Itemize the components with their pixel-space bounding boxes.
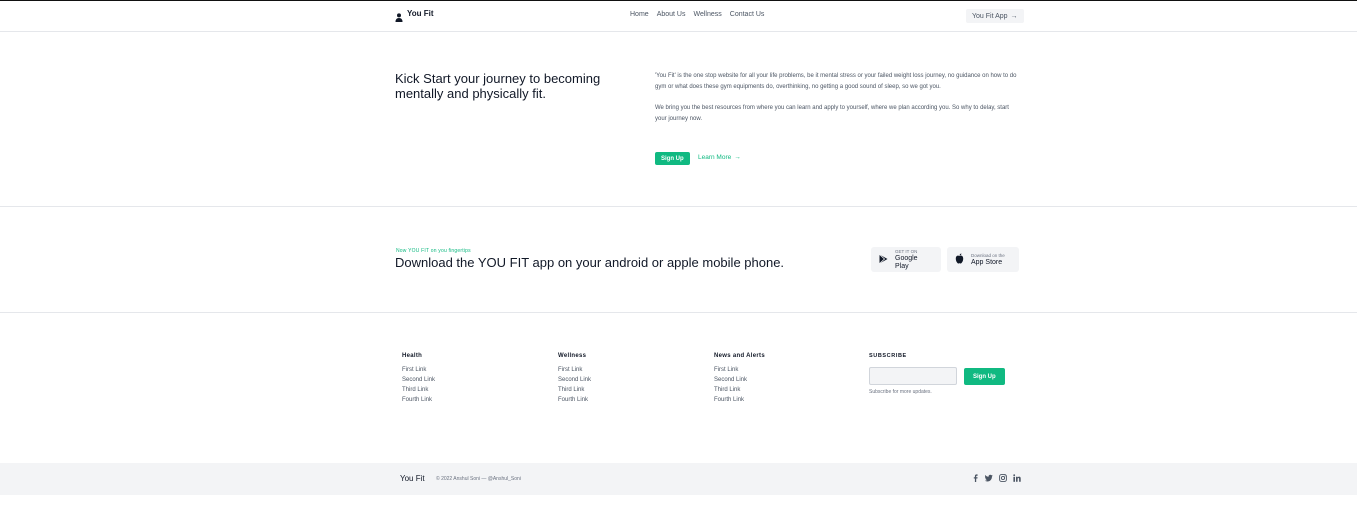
hero-paragraph-2: We bring you the best resources from whe… (655, 105, 1009, 122)
footer-column-health: Health First Link Second Link Third Link… (402, 353, 435, 405)
footer-column-wellness: Wellness First Link Second Link Third Li… (558, 353, 591, 405)
hero-paragraph-1: 'You Fit' is the one stop website for al… (655, 73, 1017, 90)
arrow-right-icon: → (734, 154, 741, 161)
footer-link[interactable]: Third Link (714, 385, 765, 395)
footer-link[interactable]: First Link (714, 365, 765, 375)
footer-brand[interactable]: You Fit (400, 474, 425, 483)
subscribe-email-input[interactable] (869, 367, 957, 385)
footer-link[interactable]: Fourth Link (558, 395, 591, 405)
hero-section: Kick Start your journey to becoming ment… (0, 32, 1357, 207)
app-store-button[interactable]: Download on the App Store (947, 247, 1019, 272)
social-links (971, 474, 1021, 482)
subscribe-note: Subscribe for more updates. (869, 389, 932, 395)
subscribe-title: SUBSCRIBE (869, 353, 907, 359)
app-button-label: You Fit App (972, 12, 1008, 20)
google-play-button[interactable]: GET IT ON Google Play (871, 247, 941, 272)
footer-links: Health First Link Second Link Third Link… (0, 313, 1357, 463)
app-title: Download the YOU FIT app on your android… (395, 255, 785, 270)
hero-title: Kick Start your journey to becoming ment… (395, 71, 601, 101)
bottom-bar: You Fit © 2022 Anshul Soni — @Anshul_Son… (0, 463, 1357, 495)
copyright-text: © 2022 Anshul Soni — @Anshul_Soni (436, 476, 521, 482)
subscribe-signup-button[interactable]: Sign Up (964, 368, 1005, 385)
footer-column-news: News and Alerts First Link Second Link T… (714, 353, 765, 405)
arrow-right-icon: → (1010, 12, 1018, 20)
footer-link[interactable]: First Link (558, 365, 591, 375)
app-store-small-text: Download on the (971, 252, 1005, 258)
app-store-label: App Store (971, 258, 1003, 266)
footer-link[interactable]: Third Link (558, 385, 591, 395)
you-fit-app-button[interactable]: You Fit App → (966, 9, 1024, 23)
footer-link[interactable]: Third Link (402, 385, 435, 395)
footer-link[interactable]: Fourth Link (402, 395, 435, 405)
instagram-icon[interactable] (999, 474, 1007, 482)
linkedin-icon[interactable] (1013, 474, 1021, 482)
footer-column-title: Health (402, 353, 423, 359)
app-eyebrow: Now YOU FIT on you fingertips (396, 248, 471, 254)
site-header: You Fit Home About Us Wellness Contact U… (0, 1, 1357, 32)
nav-about-us[interactable]: About Us (657, 11, 686, 18)
footer-column-title: News and Alerts (714, 353, 765, 359)
main-nav: Home About Us Wellness Contact Us (630, 11, 764, 18)
footer-link[interactable]: Fourth Link (714, 395, 765, 405)
learn-more-label: Learn More (698, 154, 732, 161)
nav-contact-us[interactable]: Contact Us (730, 11, 765, 18)
facebook-icon[interactable] (971, 474, 979, 482)
google-play-icon (879, 251, 888, 269)
nav-home[interactable]: Home (630, 11, 649, 18)
apple-icon (955, 251, 964, 269)
google-play-label: Google Play (895, 254, 918, 270)
learn-more-link[interactable]: Learn More → (698, 154, 741, 161)
hero-signup-button[interactable]: Sign Up (655, 152, 690, 165)
brand-name: You Fit (407, 9, 434, 18)
nav-wellness[interactable]: Wellness (693, 11, 721, 18)
user-icon (395, 9, 403, 22)
twitter-icon[interactable] (985, 474, 993, 482)
app-download-section: Now YOU FIT on you fingertips Download t… (0, 207, 1357, 313)
footer-link[interactable]: Second Link (402, 375, 435, 385)
footer-column-title: Wellness (558, 353, 587, 359)
footer-link[interactable]: Second Link (558, 375, 591, 385)
footer-link[interactable]: Second Link (714, 375, 765, 385)
brand[interactable]: You Fit (395, 9, 434, 22)
footer-link[interactable]: First Link (402, 365, 435, 375)
